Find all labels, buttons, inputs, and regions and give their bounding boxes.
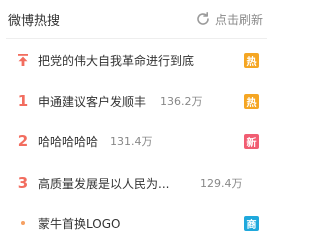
heat-count: 136.2万 (160, 95, 203, 108)
rank-pinned (16, 43, 30, 77)
refresh-button[interactable]: 点击刷新 (195, 9, 263, 29)
rank-dot (16, 206, 30, 240)
rank-number: 1 (17, 92, 29, 110)
header-divider (6, 38, 267, 39)
hot-badge: 热 (244, 94, 259, 109)
rank-number: 2 (17, 132, 29, 150)
pin-up-arrow-icon (18, 54, 28, 66)
refresh-label: 点击刷新 (214, 12, 263, 27)
heat-count: 129.4万 (200, 177, 243, 190)
refresh-icon (197, 12, 209, 25)
hot-item-topic: 哈哈哈哈哈 (38, 134, 99, 149)
hot-item-topic: 把党的伟大自我革命进行到底 (38, 53, 195, 68)
hot-item-topic: 蒙牛首换LOGO (38, 216, 121, 231)
rank-number: 3 (17, 174, 29, 192)
panel-title: 微博热搜 (8, 14, 61, 29)
hot-item-3[interactable]: 3 高质量发展是以人民为... 129.4万 (0, 166, 273, 200)
hot-badge: 热 (244, 53, 259, 68)
hot-item-2[interactable]: 2 哈哈哈哈哈 131.4万 新 (0, 124, 273, 158)
hot-item-topic: 申通建议客户发顺丰 (38, 94, 147, 109)
hot-search-panel: 微博热搜 点击刷新 把党的伟大自我革命进行到底 热 1 申通建议客户发顺丰 13… (0, 0, 273, 239)
hot-item-sponsored[interactable]: 蒙牛首换LOGO 商 (0, 206, 273, 240)
hot-item-1[interactable]: 1 申通建议客户发顺丰 136.2万 热 (0, 84, 273, 118)
hot-item-pinned[interactable]: 把党的伟大自我革命进行到底 热 (0, 43, 273, 77)
new-badge: 新 (244, 134, 259, 149)
business-badge: 商 (244, 216, 259, 231)
hot-item-topic: 高质量发展是以人民为... (38, 176, 170, 191)
dot-icon (21, 221, 25, 225)
heat-count: 131.4万 (110, 135, 153, 148)
panel-header: 微博热搜 点击刷新 (0, 0, 273, 38)
